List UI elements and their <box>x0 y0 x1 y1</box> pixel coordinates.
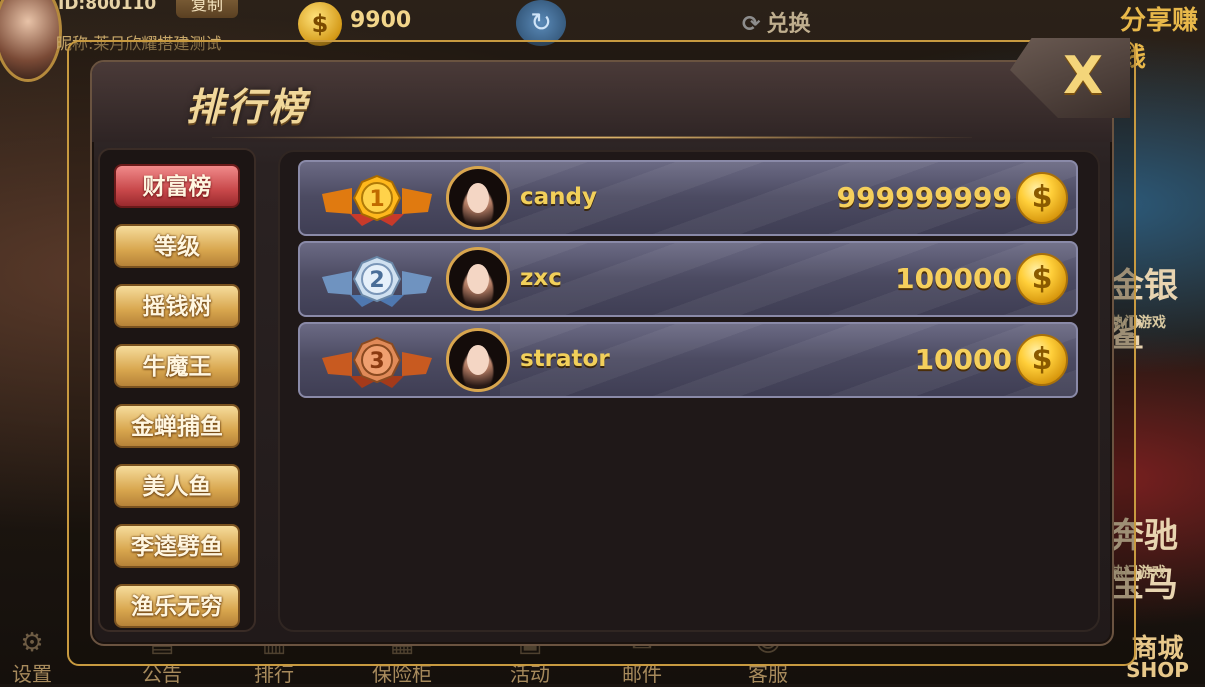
settings-button[interactable]: ⚙ 设置 <box>0 628 72 687</box>
tab-bull-demon-king[interactable]: 牛魔王 <box>114 344 240 388</box>
tab-golden-toad-fishing[interactable]: 金蝉捕鱼 <box>114 404 240 448</box>
gold-coin-icon: $ <box>1016 253 1068 305</box>
player-name: candy <box>520 184 597 210</box>
tab-mermaid[interactable]: 美人鱼 <box>114 464 240 508</box>
gold-coin-icon: $ <box>1016 334 1068 386</box>
tab-money-tree[interactable]: 摇钱树 <box>114 284 240 328</box>
gold-medal-icon: 1 <box>322 174 432 226</box>
rank-number: 1 <box>369 187 384 212</box>
leaderboard-row[interactable]: 2 zxc 100000 $ <box>298 241 1078 317</box>
exchange-button[interactable]: ⟳ 兑换 <box>742 6 810 38</box>
player-avatar <box>446 328 510 392</box>
user-id: ID:800110 <box>58 0 157 14</box>
bronze-medal-icon: 3 <box>322 336 432 388</box>
tab-endless-fishing[interactable]: 渔乐无穷 <box>114 584 240 628</box>
gold-coin-icon: $ <box>1016 172 1068 224</box>
player-score: 999999999 <box>836 181 1012 214</box>
player-score: 10000 <box>914 343 1012 376</box>
player-avatar <box>446 166 510 230</box>
ranking-category-nav: 财富榜 等级 摇钱树 牛魔王 金蝉捕鱼 美人鱼 李逵劈鱼 渔乐无穷 <box>98 148 256 632</box>
player-name: strator <box>520 346 610 372</box>
player-score: 100000 <box>895 262 1012 295</box>
copy-button[interactable]: 复制 <box>176 0 238 18</box>
tab-likui-fishing[interactable]: 李逵劈鱼 <box>114 524 240 568</box>
exchange-label: 兑换 <box>766 12 811 37</box>
rank-number: 2 <box>369 268 384 293</box>
close-icon[interactable]: X <box>1058 46 1108 106</box>
tab-wealth[interactable]: 财富榜 <box>114 164 240 208</box>
exchange-icon: ⟳ <box>742 12 761 37</box>
shop-label: SHOP <box>1126 658 1189 682</box>
gear-icon: ⚙ <box>20 628 44 658</box>
modal-title: 排行榜 <box>186 85 310 129</box>
title-divider <box>212 136 972 139</box>
leaderboard-row[interactable]: 3 strator 10000 $ <box>298 322 1078 398</box>
coin-balance: 9900 <box>350 8 412 33</box>
player-name: zxc <box>520 265 562 291</box>
silver-medal-icon: 2 <box>322 255 432 307</box>
rank-number: 3 <box>369 349 384 374</box>
player-avatar <box>446 247 510 311</box>
tab-level[interactable]: 等级 <box>114 224 240 268</box>
leaderboard-row[interactable]: 1 candy 999999999 $ <box>298 160 1078 236</box>
